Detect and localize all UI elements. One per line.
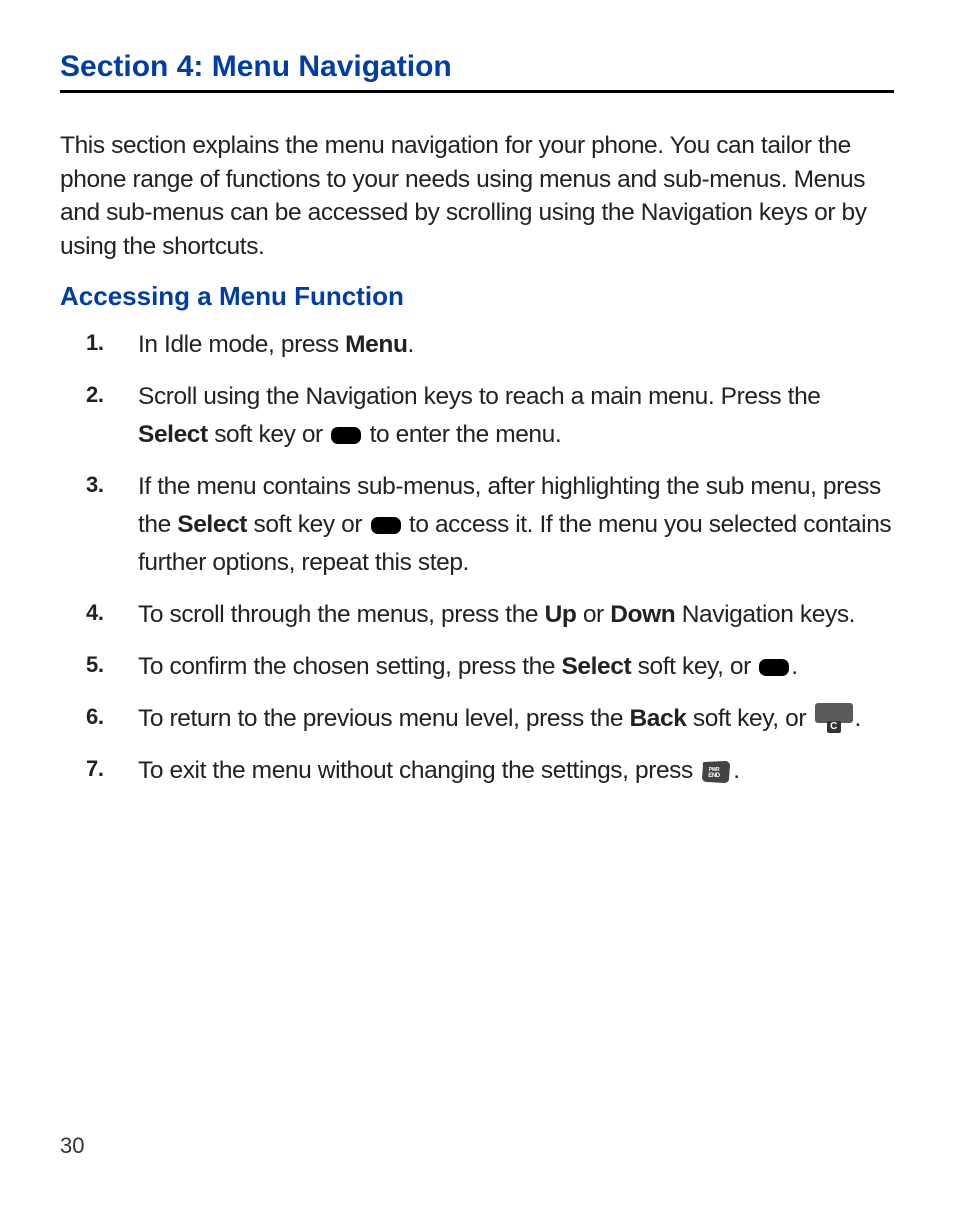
step-5: To confirm the chosen setting, press the… bbox=[86, 648, 894, 686]
steps-list: In Idle mode, press Menu. Scroll using t… bbox=[60, 326, 894, 795]
step-1-bold: Menu bbox=[345, 331, 407, 358]
nav-key-icon bbox=[371, 517, 401, 534]
step-4-text-a: To scroll through the menus, press the bbox=[138, 601, 545, 628]
step-6-text-a: To return to the previous menu level, pr… bbox=[138, 705, 629, 732]
step-5-bold: Select bbox=[561, 653, 631, 680]
step-3-text-c: soft key or bbox=[247, 511, 368, 538]
step-5-text-d: . bbox=[791, 653, 797, 680]
step-5-text-a: To confirm the chosen setting, press the bbox=[138, 653, 561, 680]
step-6-text-d: . bbox=[855, 705, 861, 732]
step-3: If the menu contains sub-menus, after hi… bbox=[86, 468, 894, 582]
step-4: To scroll through the menus, press the U… bbox=[86, 596, 894, 634]
subheading: Accessing a Menu Function bbox=[60, 281, 894, 312]
step-4-text-e: Navigation keys. bbox=[675, 601, 855, 628]
nav-key-icon bbox=[331, 427, 361, 444]
step-7-text-b: . bbox=[733, 757, 739, 784]
step-1: In Idle mode, press Menu. bbox=[86, 326, 894, 364]
step-2-text-c: soft key or bbox=[208, 421, 329, 448]
step-1-text-a: In Idle mode, press bbox=[138, 331, 345, 358]
step-2-text-a: Scroll using the Navigation keys to reac… bbox=[138, 383, 821, 410]
step-7-text-a: To exit the menu without changing the se… bbox=[138, 757, 699, 784]
title-underline bbox=[60, 90, 894, 93]
step-3-bold: Select bbox=[177, 511, 247, 538]
step-7: To exit the menu without changing the se… bbox=[86, 752, 894, 795]
page-number: 30 bbox=[60, 1133, 84, 1159]
step-6: To return to the previous menu level, pr… bbox=[86, 700, 894, 738]
c-key-icon: C bbox=[815, 703, 853, 723]
svg-text:END: END bbox=[709, 773, 722, 779]
intro-paragraph: This section explains the menu navigatio… bbox=[60, 129, 894, 263]
step-2-bold: Select bbox=[138, 421, 208, 448]
nav-key-icon bbox=[759, 659, 789, 676]
step-4-bold-up: Up bbox=[545, 601, 577, 628]
step-2-text-d: to enter the menu. bbox=[363, 421, 561, 448]
section-title: Section 4: Menu Navigation bbox=[60, 50, 894, 84]
step-1-text-c: . bbox=[408, 331, 414, 358]
step-4-text-c: or bbox=[576, 601, 610, 628]
step-6-bold: Back bbox=[629, 705, 686, 732]
step-4-bold-down: Down bbox=[610, 601, 675, 628]
c-key-letter: C bbox=[827, 721, 841, 733]
pwr-end-key-icon: PWREND bbox=[701, 757, 731, 795]
step-5-text-c: soft key, or bbox=[631, 653, 757, 680]
step-2: Scroll using the Navigation keys to reac… bbox=[86, 378, 894, 454]
step-6-text-c: soft key, or bbox=[686, 705, 812, 732]
document-page: Section 4: Menu Navigation This section … bbox=[0, 0, 954, 1209]
